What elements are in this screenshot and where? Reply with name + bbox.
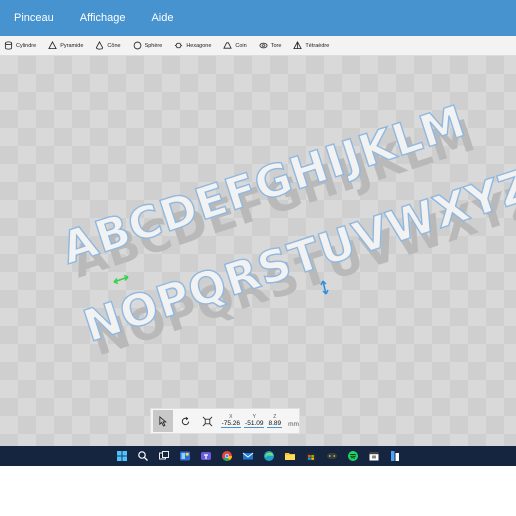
menu-aide[interactable]: Aide <box>145 0 179 36</box>
search-icon <box>137 451 148 461</box>
3d-viewport[interactable]: ABCDEFGHIJKLM NOPQRSTUVWXYZ ABCDEFGHIJKL… <box>0 56 516 446</box>
start-icon <box>116 451 127 461</box>
task-view-icon <box>158 451 169 460</box>
tool-cone-label: Cône <box>107 42 121 49</box>
xbox-button[interactable] <box>326 450 338 462</box>
chrome-icon <box>221 451 232 461</box>
rotate-tool-button[interactable] <box>175 410 195 432</box>
shape-toolbar: Cylindre Pyramide Cône Sphère Hexagone C… <box>0 36 516 56</box>
cylinder-icon <box>4 41 13 50</box>
edge-icon <box>263 451 274 461</box>
sphere-icon <box>133 41 141 50</box>
tetrahedron-icon <box>293 41 303 50</box>
tool-pyramid-label: Pyramide <box>60 42 84 49</box>
app-window: Pinceau Affichage Aide Cylindre Pyramide… <box>0 0 516 466</box>
tool-hexagon[interactable]: Hexagone <box>170 36 215 56</box>
tool-cylinder[interactable]: Cylindre <box>0 36 40 56</box>
calendar-button[interactable] <box>368 450 380 462</box>
cone-icon <box>96 41 104 50</box>
coord-z-input[interactable]: 8.89 <box>267 420 283 428</box>
tool-sphere[interactable]: Sphère <box>129 36 167 56</box>
paint3d-button[interactable] <box>389 450 401 462</box>
widgets-icon <box>179 451 190 461</box>
task-view-button[interactable] <box>158 450 170 462</box>
scale-tool-button[interactable] <box>197 410 217 432</box>
mail-button[interactable] <box>242 450 254 462</box>
tool-hexagon-label: Hexagone <box>186 42 212 49</box>
tool-tetrahedron[interactable]: Tétraèdre <box>289 36 333 56</box>
spotify-button[interactable] <box>347 450 359 462</box>
scene-canvas[interactable]: ABCDEFGHIJKLM NOPQRSTUVWXYZ ABCDEFGHIJKL… <box>0 56 516 446</box>
tool-wedge-label: Coin <box>235 42 247 49</box>
file-explorer-button[interactable] <box>284 450 296 462</box>
scale-icon <box>202 416 213 426</box>
search-button[interactable] <box>137 450 149 462</box>
wedge-icon <box>223 42 233 49</box>
coord-y-input[interactable]: -51.09 <box>244 420 265 428</box>
menu-bar: Pinceau Affichage Aide <box>0 0 516 36</box>
store-button[interactable] <box>305 450 317 462</box>
tool-cone[interactable]: Cône <box>91 36 124 56</box>
hexagon-icon <box>175 42 183 49</box>
teams-button[interactable] <box>200 450 212 462</box>
select-tool-button[interactable] <box>153 410 174 432</box>
tool-torus[interactable]: Tore <box>255 36 286 56</box>
coord-y: Y -51.09 <box>244 414 265 428</box>
edge-button[interactable] <box>263 450 275 462</box>
taskbar <box>0 446 516 466</box>
coord-x: X -75.26 <box>220 414 242 428</box>
cursor-icon <box>159 415 167 427</box>
unit-label: mm <box>288 420 299 428</box>
tool-pyramid[interactable]: Pyramide <box>44 36 87 56</box>
coord-x-input[interactable]: -75.26 <box>220 420 242 428</box>
tool-tetrahedron-label: Tétraèdre <box>305 42 330 49</box>
menu-affichage[interactable]: Affichage <box>74 0 132 36</box>
tool-wedge[interactable]: Coin <box>219 36 250 56</box>
calendar-icon <box>369 452 378 461</box>
coord-z: Z 8.89 <box>267 414 283 428</box>
start-button[interactable] <box>116 450 128 462</box>
torus-icon <box>259 42 268 49</box>
xbox-icon <box>326 453 337 459</box>
spotify-icon <box>347 451 358 461</box>
chrome-button[interactable] <box>221 450 233 462</box>
widgets-button[interactable] <box>179 450 191 462</box>
mail-icon <box>242 452 253 460</box>
tool-torus-label: Tore <box>270 42 282 49</box>
transform-panel: X -75.26 Y -51.09 Z 8.89 mm <box>150 408 300 434</box>
store-icon <box>306 453 315 461</box>
paint3d-icon <box>390 451 399 461</box>
tool-cylinder-label: Cylindre <box>16 42 37 49</box>
tool-sphere-label: Sphère <box>144 42 163 49</box>
rotate-icon <box>181 416 189 425</box>
file-explorer-icon <box>284 453 295 460</box>
menu-pinceau[interactable]: Pinceau <box>8 0 60 36</box>
pyramid-icon <box>48 41 57 50</box>
screen-blank-area <box>0 466 516 516</box>
teams-icon <box>200 452 211 460</box>
